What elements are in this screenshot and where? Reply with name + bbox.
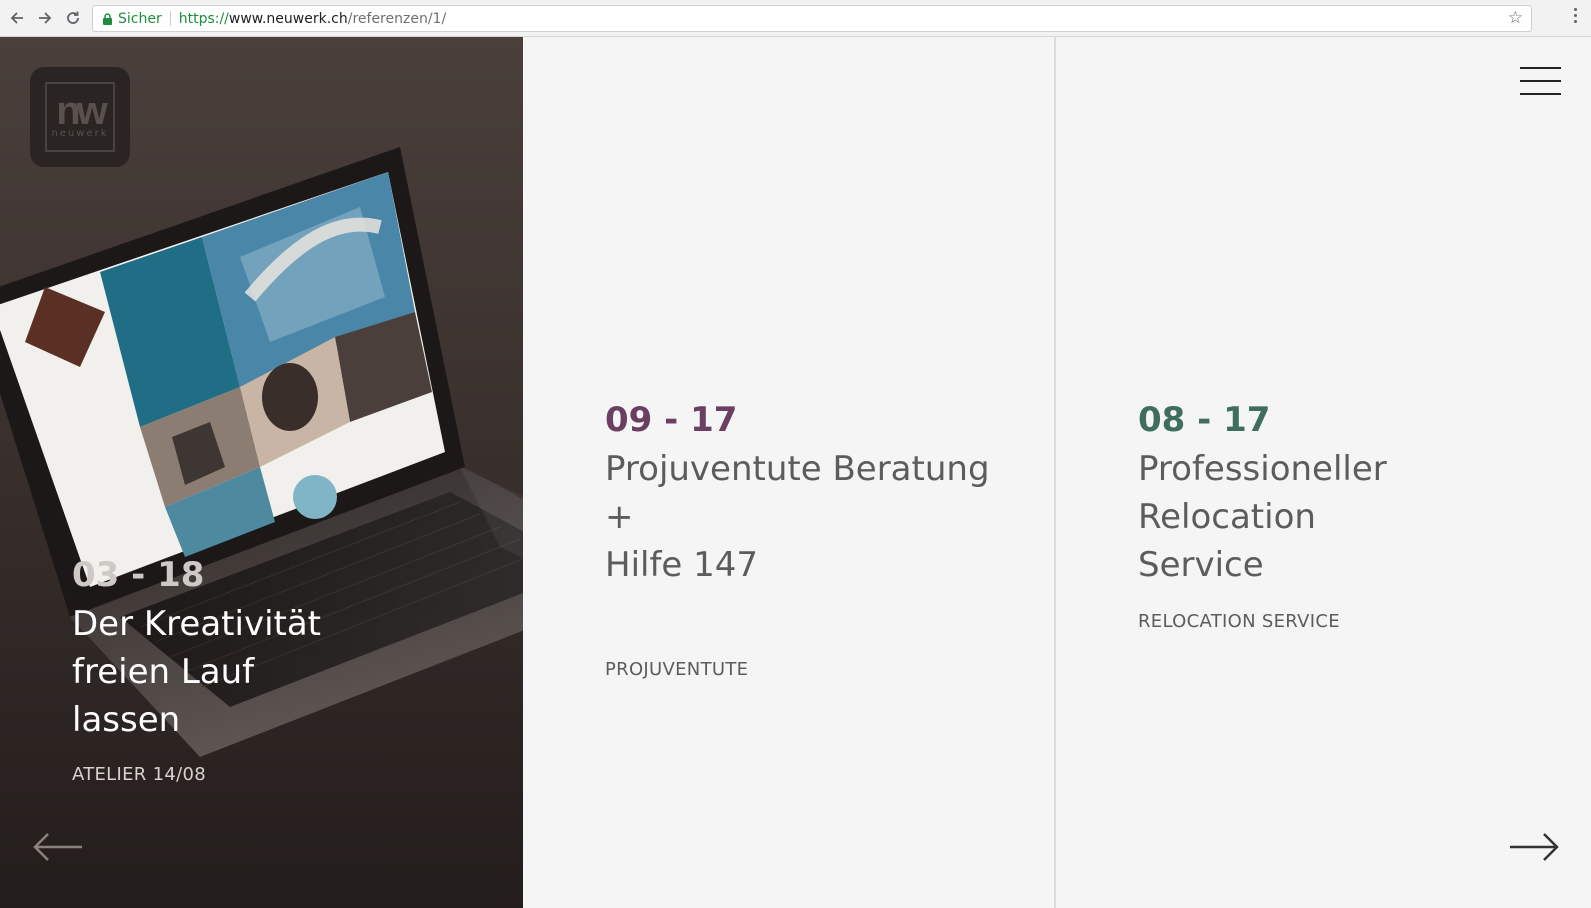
reference-title-line: Relocation	[1138, 497, 1316, 537]
reference-client: RELOCATION SERVICE	[1138, 611, 1340, 632]
reference-projuventute: 09 - 17 Projuventute Beratung + Hilfe 14…	[605, 397, 1025, 680]
page: nw neuwerk 03 - 18 Der Kreativität freie…	[0, 37, 1591, 908]
next-arrow-icon[interactable]	[1508, 832, 1560, 862]
reference-client: ATELIER 14/08	[72, 764, 206, 785]
address-bar[interactable]: Sicher https://www.neuwerk.ch/referenzen…	[92, 5, 1532, 32]
reference-date: 09 - 17	[605, 400, 738, 440]
arrow-right-icon	[39, 12, 52, 24]
hamburger-menu-icon[interactable]	[1520, 67, 1561, 96]
reference-card-atelier[interactable]: nw neuwerk 03 - 18 Der Kreativität freie…	[0, 37, 523, 908]
reference-title-line: Projuventute Beratung +	[605, 449, 990, 537]
arrow-left-icon	[10, 12, 23, 24]
back-button[interactable]	[5, 6, 29, 30]
url-text: https://www.neuwerk.ch/referenzen/1/	[179, 11, 446, 27]
reload-button[interactable]	[61, 6, 85, 30]
logo-mark: nw neuwerk	[45, 82, 115, 152]
reference-relocation: 08 - 17 Professioneller Relocation Servi…	[1138, 397, 1438, 632]
lock-icon	[103, 12, 112, 25]
reload-icon	[67, 11, 79, 24]
reference-title-line: Service	[1138, 545, 1264, 585]
reference-title-line: freien Lauf	[72, 652, 255, 692]
reference-title-line: Hilfe 147	[605, 545, 759, 585]
reference-title: Projuventute Beratung + Hilfe 147	[605, 445, 1025, 589]
url-scheme: https://	[178, 10, 229, 27]
forward-button[interactable]	[33, 6, 57, 30]
browser-menu-icon[interactable]	[1574, 8, 1578, 28]
secure-label: Sicher	[118, 10, 162, 27]
reference-client: PROJUVENTUTE	[605, 659, 749, 680]
reference-title-line: lassen	[72, 700, 181, 740]
bookmark-star-icon[interactable]: ☆	[1508, 8, 1523, 28]
neuwerk-logo[interactable]: nw neuwerk	[30, 67, 130, 167]
reference-title-line: Der Kreativität	[72, 604, 322, 644]
browser-toolbar: Sicher https://www.neuwerk.ch/referenzen…	[0, 0, 1591, 37]
previous-arrow-icon[interactable]	[32, 832, 84, 862]
reference-date: 08 - 17	[1138, 400, 1271, 440]
url-separator	[169, 11, 171, 26]
url-host: www.neuwerk.ch	[228, 10, 348, 27]
reference-title: Der Kreativität freien Lauf lassen	[72, 600, 392, 744]
reference-title: Professioneller Relocation Service	[1138, 445, 1438, 589]
reference-atelier: 03 - 18 Der Kreativität freien Lauf lass…	[72, 552, 392, 785]
logo-wordmark: neuwerk	[51, 128, 109, 139]
logo-letters: nw	[56, 89, 108, 133]
url-path: /referenzen/1/	[347, 10, 447, 27]
reference-title-line: Professioneller	[1138, 449, 1387, 489]
reference-date: 03 - 18	[72, 555, 205, 595]
